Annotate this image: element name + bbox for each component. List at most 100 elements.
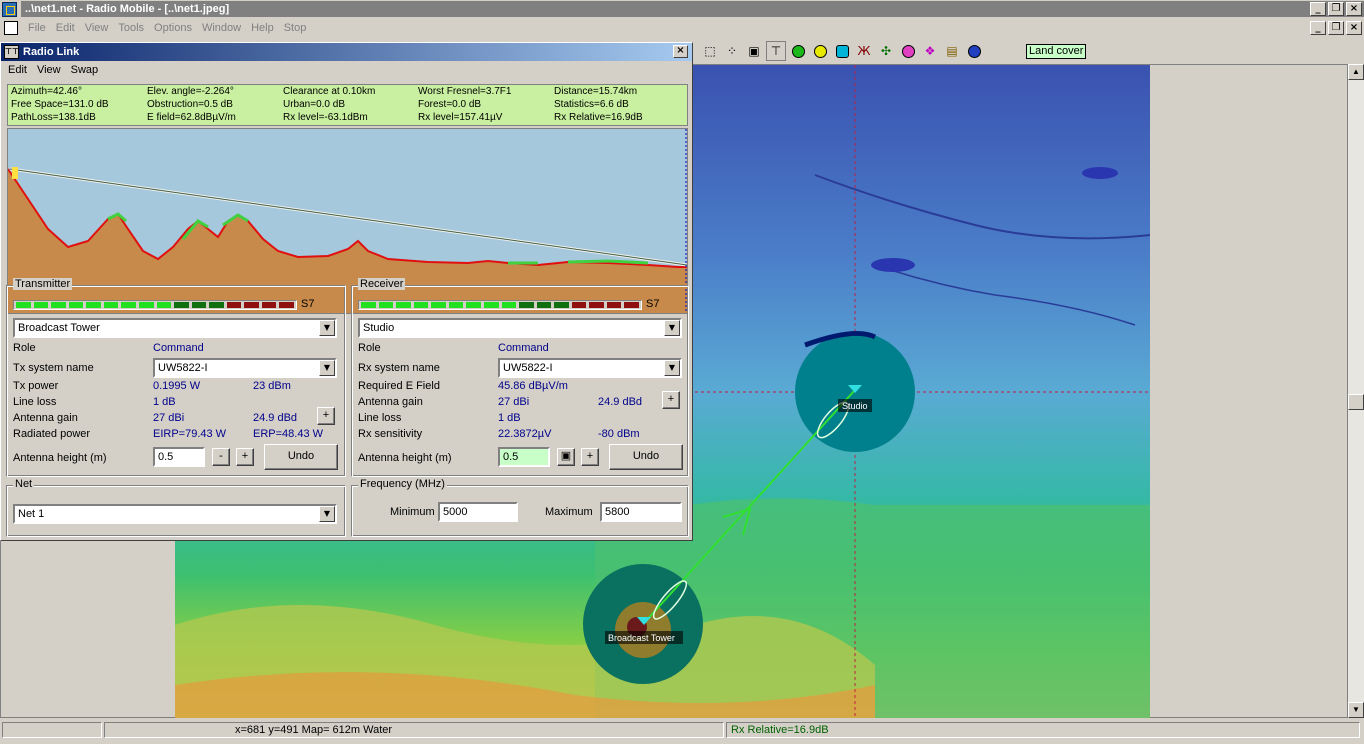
land-cover-button[interactable]: Land cover <box>1026 43 1087 59</box>
tx-erp: ERP=48.43 W <box>253 428 324 440</box>
tx-gain-dbd: 24.9 dBd <box>253 412 298 424</box>
stats-row: Azimuth=42.46° Elev. angle=-2.264° Clear… <box>8 85 687 98</box>
rl-menu-swap[interactable]: Swap <box>66 64 104 76</box>
database-icon[interactable] <box>832 41 852 61</box>
rx-sensitivity-uv: 22.3872µV <box>498 428 552 440</box>
rx-gain-dbd: 24.9 dBd <box>598 396 643 408</box>
zoom-area-icon[interactable]: ⁘ <box>722 41 742 61</box>
tx-gain-plus-button[interactable]: + <box>317 407 335 425</box>
tx-height-input[interactable]: 0.5 <box>153 447 205 467</box>
signal-led <box>361 302 376 308</box>
net-group: Net Net 1 ▼ <box>6 478 346 537</box>
radio-link-icon[interactable]: ⊤ <box>766 41 786 61</box>
chevron-down-icon[interactable]: ▼ <box>319 320 335 336</box>
chevron-down-icon[interactable]: ▼ <box>664 360 680 376</box>
rx-system-label: Rx system name <box>358 362 440 374</box>
menu-edit[interactable]: Edit <box>51 22 80 34</box>
coverage-icon[interactable] <box>788 41 808 61</box>
menu-file[interactable]: File <box>23 22 51 34</box>
signal-led <box>448 302 464 308</box>
menu-stop[interactable]: Stop <box>279 22 312 34</box>
tx-eirp: EIRP=79.43 W <box>153 428 227 440</box>
rx-gain-plus-button[interactable]: + <box>662 391 680 409</box>
signal-led <box>554 302 569 308</box>
menu-bar: File Edit View Tools Options Window Help… <box>0 18 1364 38</box>
stat-rx-relative: Rx Relative=16.9dB <box>554 111 643 123</box>
rx-height-plus-button[interactable]: + <box>581 448 599 466</box>
rx-height-lock-icon[interactable]: ▣ <box>557 448 575 466</box>
network-icon[interactable]: ✣ <box>876 41 896 61</box>
status-bar: x=681 y=491 Map= 612m Water Rx Relative=… <box>0 721 1364 739</box>
signal-led <box>589 302 604 308</box>
freq-min-input[interactable]: 5000 <box>438 502 518 522</box>
chevron-down-icon[interactable]: ▼ <box>319 506 335 522</box>
net-select[interactable]: Net 1 ▼ <box>13 504 337 524</box>
scroll-up-icon[interactable]: ▲ <box>1348 64 1364 80</box>
units-icon[interactable] <box>898 41 918 61</box>
chevron-down-icon[interactable]: ▼ <box>664 320 680 336</box>
menu-options[interactable]: Options <box>149 22 197 34</box>
systems-icon[interactable]: ❖ <box>920 41 940 61</box>
tx-height-minus-button[interactable]: - <box>212 448 230 466</box>
menu-tools[interactable]: Tools <box>113 22 149 34</box>
tx-height-plus-button[interactable]: + <box>236 448 254 466</box>
menu-window[interactable]: Window <box>197 22 246 34</box>
mdi-restore-button[interactable]: ❐ <box>1328 21 1344 35</box>
tx-system-select[interactable]: UW5822-I ▼ <box>153 358 337 378</box>
select-area-icon[interactable]: ⬚ <box>700 41 720 61</box>
minimize-button[interactable]: _ <box>1310 2 1326 16</box>
mdi-close-button[interactable]: × <box>1346 21 1362 35</box>
rx-signal-meter <box>358 300 642 310</box>
radio-link-title-bar[interactable]: ⊤⊤ Radio Link × <box>1 43 692 61</box>
globe-icon[interactable] <box>964 41 984 61</box>
tower-label[interactable]: Broadcast Tower <box>608 633 675 643</box>
signal-led <box>191 302 207 308</box>
signal-led <box>466 302 481 308</box>
antenna-icon[interactable]: Ж <box>854 41 874 61</box>
frequency-group-label: Frequency (MHz) <box>358 478 447 490</box>
signal-led <box>571 302 587 308</box>
tx-s-level: S7 <box>301 298 315 310</box>
scroll-down-icon[interactable]: ▼ <box>1348 702 1364 718</box>
document-icon[interactable] <box>4 21 18 35</box>
signal-led <box>244 302 259 308</box>
restore-button[interactable]: ❐ <box>1328 2 1344 16</box>
studio-label[interactable]: Studio <box>842 401 868 411</box>
rl-menu-edit[interactable]: Edit <box>3 64 32 76</box>
rx-undo-button[interactable]: Undo <box>609 444 683 470</box>
rx-s-level: S7 <box>646 298 660 310</box>
map-properties-icon[interactable]: ▤ <box>942 41 962 61</box>
rx-height-input[interactable]: 0.5 <box>498 447 550 467</box>
signal-led <box>431 302 446 308</box>
rl-menu-view[interactable]: View <box>32 64 66 76</box>
signal-led <box>209 302 224 308</box>
close-button[interactable]: × <box>1346 2 1362 16</box>
tx-antenna-marker <box>12 167 18 179</box>
rx-unit-select[interactable]: Studio ▼ <box>358 318 682 338</box>
camera-icon[interactable]: ▣ <box>744 41 764 61</box>
tx-undo-button[interactable]: Undo <box>264 444 338 470</box>
rx-system-select[interactable]: UW5822-I ▼ <box>498 358 682 378</box>
tx-signal-meter <box>13 300 297 310</box>
mdi-minimize-button[interactable]: _ <box>1310 21 1326 35</box>
tx-unit-select[interactable]: Broadcast Tower ▼ <box>13 318 337 338</box>
freq-max-input[interactable]: 5800 <box>600 502 682 522</box>
stat-fresnel: Worst Fresnel=3.7F1 <box>418 85 512 97</box>
polar-coverage-icon[interactable] <box>810 41 830 61</box>
radio-link-close-button[interactable]: × <box>673 45 688 58</box>
chevron-down-icon[interactable]: ▼ <box>319 360 335 376</box>
stat-efield: E field=62.8dBµV/m <box>147 111 236 123</box>
stat-statistics: Statistics=6.6 dB <box>554 98 629 110</box>
lake <box>1082 167 1118 179</box>
signal-led <box>51 302 66 308</box>
scroll-thumb[interactable] <box>1348 394 1364 410</box>
lake-2 <box>871 258 915 272</box>
map-vertical-scrollbar[interactable]: ▲ ▼ <box>1348 64 1364 718</box>
menu-view[interactable]: View <box>80 22 114 34</box>
signal-led <box>138 302 154 308</box>
rx-role-value: Command <box>498 342 549 354</box>
rx-efield-label: Required E Field <box>358 380 440 392</box>
net-value: Net 1 <box>18 508 45 520</box>
menu-help[interactable]: Help <box>246 22 279 34</box>
signal-led <box>261 302 277 308</box>
